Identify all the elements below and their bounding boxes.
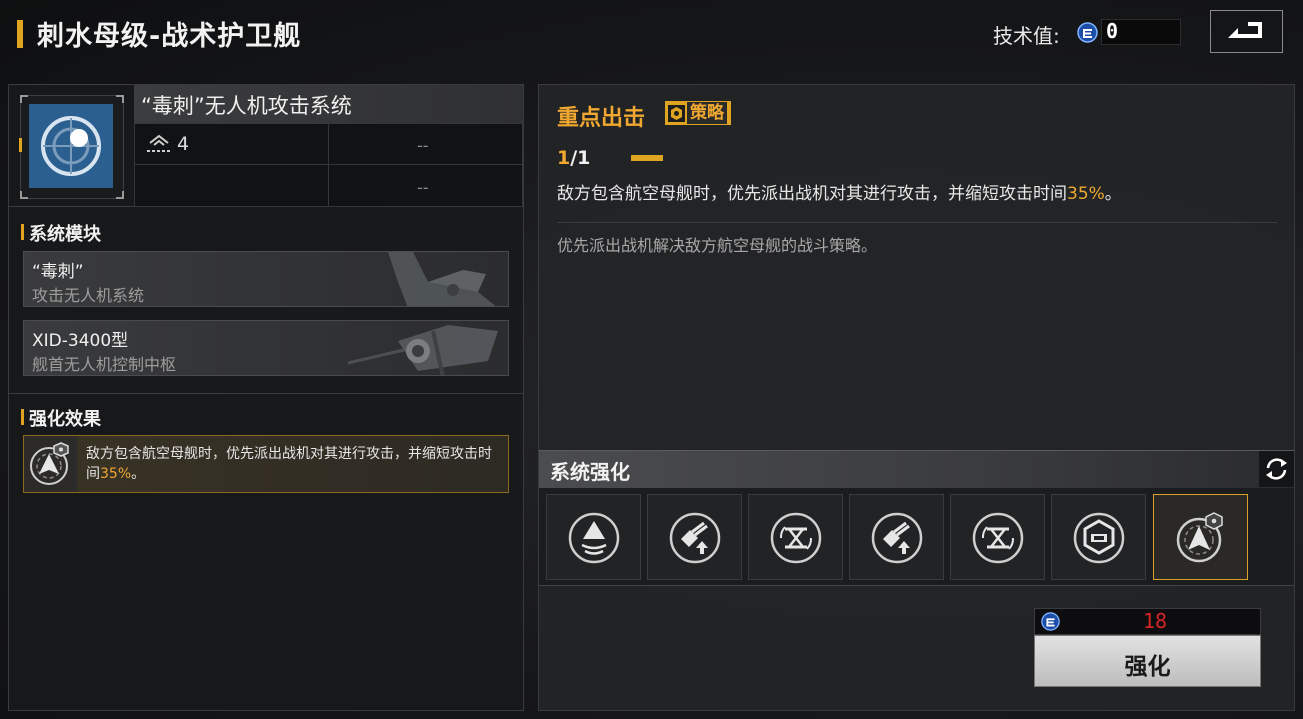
tech-value: 0 (1106, 19, 1119, 43)
ammo-cycle-icon (770, 512, 822, 564)
effect-text-end: 。 (131, 466, 146, 482)
tactic-progress-bar (631, 155, 663, 161)
page-title: 刺水母级-战术护卫舰 (37, 21, 302, 52)
effect-section-title: 强化效果 (29, 409, 101, 430)
enhance-title: 系统强化 (550, 460, 630, 484)
radar-wave-icon (568, 512, 620, 564)
enhance-slot-2[interactable] (647, 494, 742, 580)
drone-image-icon (388, 252, 496, 306)
ammo-cycle-icon (972, 512, 1024, 564)
tactic-desc-end: 。 (1104, 184, 1122, 204)
shield-hex-icon (1073, 512, 1125, 564)
cannon-upgrade-icon (871, 512, 923, 564)
stat-cell (134, 164, 329, 207)
title-accent-bar (17, 20, 23, 48)
effect-text: 敌方包含航空母舰时，优先派出战机对其进行攻击，并缩短攻击时间 (86, 446, 492, 482)
cannon-upgrade-icon (669, 512, 721, 564)
enhance-slot-3[interactable] (748, 494, 843, 580)
upgrade-button-label: 强化 (1124, 654, 1171, 680)
tactic-flavor-text: 优先派出战机解决敌方航空母舰的战斗策略。 (557, 236, 878, 255)
module-subtitle: 攻击无人机系统 (32, 286, 145, 305)
strategy-badge-label: 策略 (687, 102, 727, 124)
enhance-slot-7[interactable] (1153, 494, 1248, 580)
enhance-slot-4[interactable] (849, 494, 944, 580)
system-stat-grid (134, 123, 523, 207)
tactic-divider (557, 222, 1277, 223)
enhance-header (539, 450, 1294, 488)
effect-description: 敌方包含航空母舰时，优先派出战机对其进行攻击，并缩短攻击时间35%。 (86, 444, 504, 484)
enhance-slot-6[interactable] (1051, 494, 1146, 580)
tactic-desc-highlight: 35% (1067, 184, 1105, 204)
tactic-count: 1/1 (557, 147, 590, 169)
modules-section-title: 系统模块 (29, 224, 101, 245)
tactic-count-total: /1 (570, 147, 591, 169)
tactic-description: 敌方包含航空母舰时，优先派出战机对其进行攻击，并缩短攻击时间35%。 (557, 179, 1122, 204)
system-level-value: 4 (177, 133, 190, 155)
aircraft-target-icon (30, 442, 69, 485)
tactic-count-current: 1 (557, 147, 571, 169)
tactic-title: 重点出击 (557, 106, 646, 131)
drone-controller-image-icon (348, 325, 498, 375)
tactic-desc-text: 敌方包含航空母舰时，优先派出战机对其进行攻击，并缩短攻击时间 (557, 184, 1067, 204)
rank-chevron-icon (147, 134, 171, 152)
section-accent-bar (21, 409, 24, 425)
effect-highlight: 35% (100, 466, 132, 482)
section-divider (9, 393, 523, 394)
module-card-xid3400[interactable]: XID-3400型 舰首无人机控制中枢 (23, 320, 509, 376)
tech-value-label: 技术值: (993, 24, 1060, 48)
refresh-button[interactable] (1259, 451, 1294, 487)
module-card-stinger[interactable]: “毒刺” 攻击无人机系统 (23, 251, 509, 307)
strategy-icon (668, 105, 685, 122)
crosshair-target-icon (41, 116, 101, 176)
back-button[interactable] (1210, 10, 1283, 53)
aircraft-target-icon (1176, 512, 1223, 563)
system-name: “毒刺”无人机攻击系统 (141, 94, 352, 118)
upgrade-cost-value: 18 (1143, 609, 1168, 633)
strategy-badge: 策略 (665, 101, 731, 125)
stat-value: -- (417, 136, 429, 155)
tech-point-icon (1077, 22, 1098, 43)
stat-value: -- (417, 178, 429, 197)
refresh-icon (1266, 458, 1287, 480)
module-title: XID-3400型 (32, 331, 129, 351)
selected-marker (19, 138, 22, 152)
tech-point-icon (1041, 612, 1060, 631)
enhance-slot-1[interactable] (546, 494, 641, 580)
module-title: “毒刺” (32, 262, 84, 282)
module-subtitle: 舰首无人机控制中枢 (32, 355, 177, 374)
system-icon-bg (29, 104, 113, 188)
return-arrow-icon (1228, 22, 1262, 38)
enhance-slot-5[interactable] (950, 494, 1045, 580)
section-accent-bar (21, 224, 24, 240)
